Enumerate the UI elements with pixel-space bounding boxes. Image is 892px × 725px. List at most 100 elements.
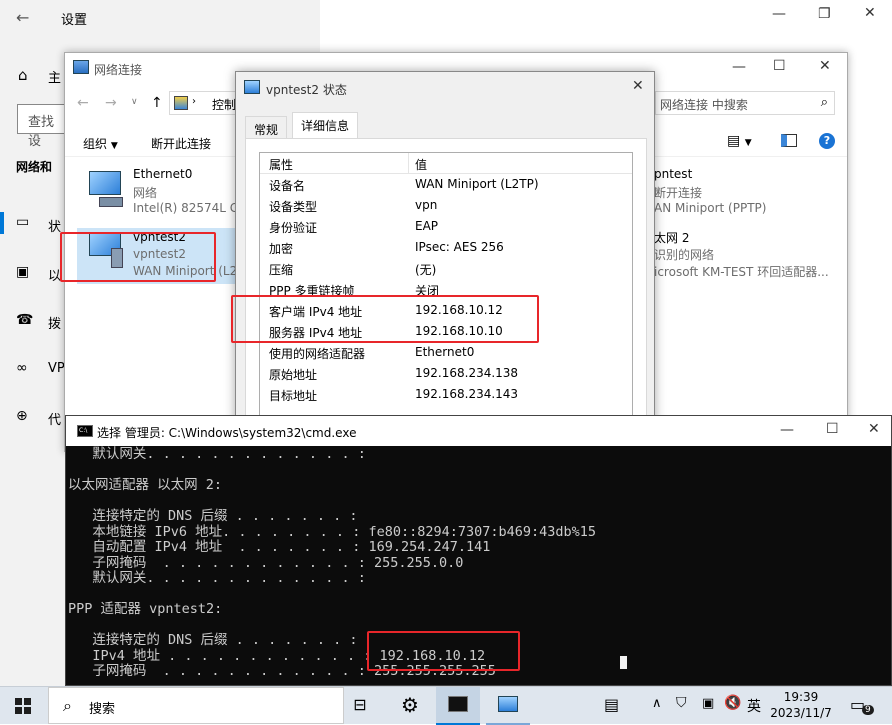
row-value: (无) — [415, 263, 437, 277]
organize-button[interactable]: 组织 ▼ — [83, 135, 118, 152]
table-header: 属性 值 — [260, 153, 632, 174]
connection-name: Ethernet0 — [133, 167, 193, 181]
control-panel-icon — [174, 96, 188, 110]
netconn-close-icon[interactable]: ✕ — [819, 58, 831, 74]
home-label[interactable]: 主 — [48, 67, 61, 86]
table-row[interactable]: 设备类型 vpn — [260, 195, 632, 216]
table-row[interactable]: 目标地址 192.168.234.143 — [260, 384, 632, 405]
cmd-titlebar: C:\ 选择 管理员: C:\Windows\system32\cmd.exe … — [66, 416, 891, 446]
settings-item-status[interactable]: 状 — [48, 216, 61, 235]
task-view-icon[interactable]: ⊟ — [338, 687, 382, 725]
nav-up-icon[interactable]: ↑ — [151, 95, 163, 111]
settings-category: 网络和 — [16, 160, 53, 174]
start-button[interactable] — [0, 687, 44, 725]
cmd-line: 连接特定的 DNS 后缀 . . . . . . . : — [68, 508, 358, 524]
netconn-search-input[interactable]: 网络连接 中搜索 ⌕ — [655, 91, 835, 115]
cmd-taskbar-glyph — [448, 696, 468, 712]
ethernet-icon[interactable]: ▣ — [16, 264, 29, 280]
settings-item-vpn[interactable]: VP — [48, 361, 65, 376]
taskbar: ⌕ 搜索 ⊟ ⚙ ▤ ∧ ⛉ ▣ 🔇 英 19:39 2023/11/7 ▭ 9 — [0, 686, 892, 725]
cmd-line: 默认网关. . . . . . . . . . . . . : — [68, 446, 366, 462]
magnifier-icon: ⌕ — [820, 95, 828, 110]
preview-pane-icon[interactable] — [781, 134, 797, 147]
vpn-icon[interactable]: ∞ — [16, 360, 28, 376]
organize-dropdown-icon: ▼ — [110, 141, 118, 151]
view-options-icon[interactable]: ▤ ▼ — [727, 133, 752, 149]
clock-time: 19:39 — [783, 690, 819, 704]
row-value: EAP — [415, 219, 439, 233]
netconn-search-placeholder: 网络连接 中搜索 — [660, 98, 748, 112]
settings-item-dialup[interactable]: 拨 — [48, 313, 61, 332]
minimize-icon[interactable]: — — [772, 6, 786, 22]
netconn-minimize-icon[interactable]: — — [732, 59, 746, 75]
settings-app-icon[interactable]: ⚙ — [388, 687, 432, 725]
connection-status: 断开连接 — [654, 186, 703, 200]
netconn-maximize-icon[interactable]: ☐ — [773, 58, 786, 74]
cmd-line: 默认网关. . . . . . . . . . . . . : — [68, 570, 366, 586]
cmd-line: PPP 适配器 vpntest2: — [68, 601, 223, 617]
dialup-icon[interactable]: ☎ — [16, 312, 33, 328]
taskbar-search-icon: ⌕ — [63, 696, 72, 715]
row-property: 设备类型 — [269, 200, 318, 214]
row-property: 设备名 — [269, 179, 306, 193]
table-row[interactable]: 加密 IPsec: AES 256 — [260, 237, 632, 258]
nav-forward-icon[interactable]: → — [105, 95, 117, 111]
table-row[interactable]: 设备名 WAN Miniport (L2TP) — [260, 174, 632, 195]
address-bar[interactable]: › 控制 — [169, 91, 239, 115]
table-row[interactable]: 身份验证 EAP — [260, 216, 632, 237]
proxy-icon[interactable]: ⊕ — [16, 408, 28, 424]
clock[interactable]: 19:39 2023/11/7 — [770, 689, 832, 721]
taskbar-search-box[interactable]: ⌕ 搜索 — [48, 687, 344, 724]
maximize-icon[interactable]: ❐ — [818, 6, 831, 22]
tray-network-icon[interactable]: ▣ — [702, 696, 714, 711]
notification-badge: 9 — [862, 705, 874, 715]
row-value: 192.168.234.143 — [415, 387, 519, 401]
row-property: 目标地址 — [269, 389, 318, 403]
clock-date: 2023/11/7 — [770, 706, 832, 720]
row-value: 192.168.234.138 — [415, 366, 519, 380]
tab-general[interactable]: 常规 — [245, 116, 288, 138]
header-property[interactable]: 属性 — [269, 156, 293, 173]
settings-item-proxy[interactable]: 代 — [48, 409, 61, 428]
network-app-icon[interactable] — [486, 687, 530, 725]
nav-back-icon[interactable]: ← — [77, 95, 89, 111]
network-taskbar-glyph — [498, 696, 518, 712]
dialog-close-icon[interactable]: ✕ — [632, 78, 644, 94]
back-arrow-icon[interactable]: ← — [16, 8, 29, 27]
close-icon[interactable]: ✕ — [864, 5, 876, 21]
news-icon[interactable]: ▤ — [604, 695, 619, 714]
tray-volume-icon[interactable]: 🔇 — [724, 695, 741, 711]
connection-ethernet0[interactable]: Ethernet0 网络 Intel(R) 82574L Gi — [77, 167, 247, 223]
nav-dropdown-icon[interactable]: ∨ — [131, 97, 138, 107]
cmd-close-icon[interactable]: ✕ — [868, 421, 880, 437]
disconnect-button[interactable]: 断开此连接 — [151, 135, 211, 152]
row-value: vpn — [415, 198, 438, 212]
cmd-title: 选择 管理员: C:\Windows\system32\cmd.exe — [97, 426, 357, 440]
vpn-status-dialog: vpntest2 状态 ✕ 常规 详细信息 属性 值 设备名 WAN Minipo… — [235, 71, 655, 442]
table-row[interactable]: 使用的网络适配器 Ethernet0 — [260, 342, 632, 363]
cmd-maximize-icon[interactable]: ☐ — [826, 421, 839, 437]
address-chevron-icon: › — [192, 96, 196, 107]
highlight-ipv4-rows — [231, 295, 539, 343]
ime-indicator[interactable]: 英 — [747, 696, 761, 716]
row-property: 加密 — [269, 242, 294, 256]
cmd-minimize-icon[interactable]: — — [780, 422, 794, 438]
address-text: 控制 — [212, 98, 237, 112]
cmd-line: 子网掩码 . . . . . . . . . . . . : 255.255.0… — [68, 554, 464, 571]
highlight-vpn-connection — [60, 232, 216, 282]
tray-security-icon[interactable]: ⛉ — [676, 695, 687, 711]
cmd-app-icon[interactable] — [436, 687, 480, 725]
dialog-title: vpntest2 状态 — [266, 83, 347, 97]
table-row[interactable]: 原始地址 192.168.234.138 — [260, 363, 632, 384]
help-icon[interactable]: ? — [819, 133, 835, 149]
header-value[interactable]: 值 — [415, 156, 427, 173]
tab-details[interactable]: 详细信息 — [292, 112, 359, 139]
tray-chevron-icon[interactable]: ∧ — [652, 696, 662, 711]
netconn-title: 网络连接 — [94, 63, 143, 77]
taskbar-search-placeholder: 搜索 — [89, 702, 116, 717]
network-adapter-icon — [85, 171, 125, 207]
home-icon[interactable]: ⌂ — [18, 66, 28, 84]
table-row[interactable]: 压缩 (无) — [260, 258, 632, 279]
status-icon[interactable]: ▭ — [16, 214, 29, 230]
highlight-cmd-ipv4 — [367, 631, 520, 671]
